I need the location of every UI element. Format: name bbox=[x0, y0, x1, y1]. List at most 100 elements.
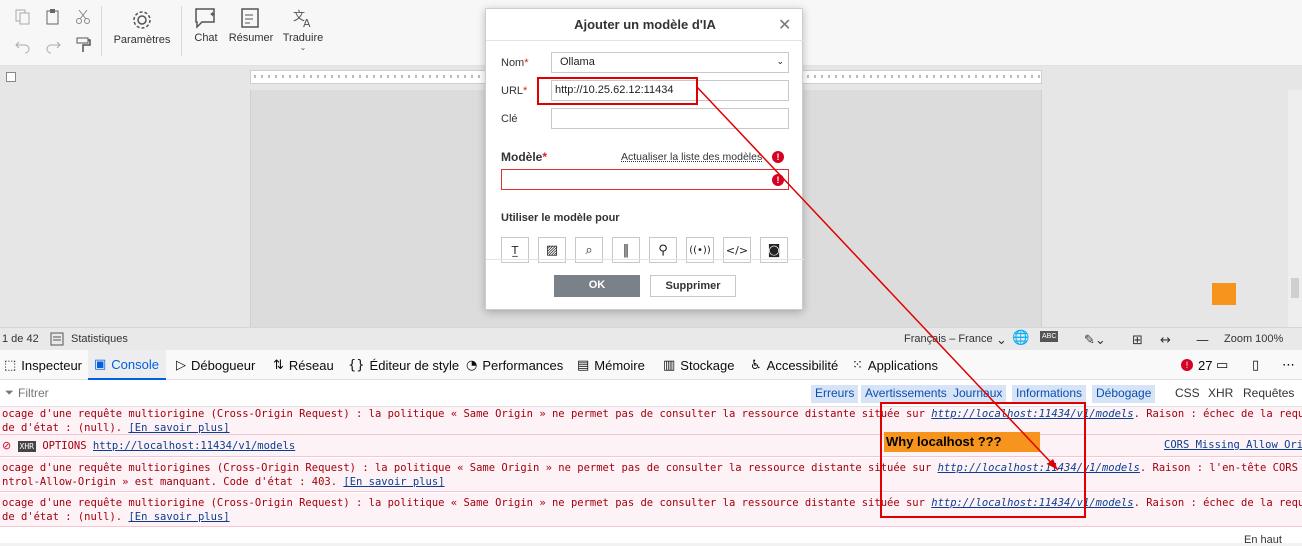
filter-warnings[interactable]: Avertissements bbox=[861, 385, 951, 403]
tab-applications[interactable]: ⁙ Applications bbox=[852, 350, 938, 380]
language-selector[interactable]: Français – France bbox=[904, 333, 993, 345]
tab-performance[interactable]: ◔ Performances bbox=[466, 350, 563, 380]
page-indicator: 1 de 42 bbox=[2, 333, 39, 345]
vertical-scrollbar[interactable] bbox=[1288, 90, 1302, 327]
network-icon: ⇅ bbox=[273, 358, 284, 373]
filter-icon: ⏷ bbox=[5, 386, 14, 400]
storage-icon: ▥ bbox=[663, 358, 675, 373]
dialog-title: Ajouter un modèle d'IA bbox=[486, 9, 804, 41]
dock-icon[interactable]: ▭ bbox=[1216, 350, 1228, 380]
format-painter-icon[interactable] bbox=[74, 36, 92, 54]
warning-icon: ! bbox=[772, 151, 784, 163]
user-icon: ⚲ bbox=[658, 243, 668, 258]
orange-square bbox=[1212, 283, 1236, 305]
tab-accessibility[interactable]: ♿ Accessibilité bbox=[750, 350, 838, 380]
svg-text:✦: ✦ bbox=[209, 10, 216, 19]
refresh-models-link[interactable]: Actualiser la liste des modèles bbox=[621, 151, 762, 163]
statistics-icon bbox=[50, 332, 64, 346]
chat-label: Chat bbox=[190, 32, 222, 44]
filter-xhr[interactable]: XHR bbox=[1204, 385, 1237, 403]
chevron-down-icon: ⌄ bbox=[996, 333, 1007, 348]
braces-icon: {} bbox=[348, 358, 365, 373]
close-icon[interactable]: ✕ bbox=[778, 15, 791, 34]
tab-debugger[interactable]: ▷ Débogueur bbox=[176, 350, 255, 380]
use-for-label: Utiliser le modèle pour bbox=[501, 212, 620, 224]
summarize-label: Résumer bbox=[228, 32, 274, 44]
track-changes-icon[interactable]: ✎⌄ bbox=[1084, 333, 1106, 348]
image-icon: ▨ bbox=[546, 243, 558, 258]
redo-icon[interactable] bbox=[44, 36, 62, 54]
learn-more-link[interactable]: [En savoir plus] bbox=[128, 511, 229, 523]
broadcast-icon: ((•)) bbox=[689, 245, 711, 256]
spellcheck-icon[interactable]: ABC bbox=[1040, 331, 1058, 342]
filter-logs[interactable]: Journaux bbox=[949, 385, 1006, 403]
dialog-divider bbox=[486, 259, 804, 260]
url-highlight-box bbox=[537, 77, 698, 105]
statistics-button[interactable]: Statistiques bbox=[71, 333, 128, 345]
fit-width-icon[interactable]: ↔ bbox=[1160, 333, 1171, 348]
copy-icon[interactable] bbox=[14, 8, 32, 26]
error-count-badge[interactable]: ! 27 bbox=[1181, 350, 1212, 380]
more-options-icon[interactable]: ⋯ bbox=[1282, 350, 1295, 380]
tab-stop-selector[interactable] bbox=[6, 72, 16, 82]
scroll-to-top-label[interactable]: En haut bbox=[1244, 534, 1282, 546]
settings-button[interactable]: Paramètres bbox=[112, 8, 172, 46]
blocked-icon: ⊘ bbox=[2, 439, 11, 452]
summarize-icon bbox=[238, 6, 264, 30]
learn-more-link[interactable]: [En savoir plus] bbox=[128, 422, 229, 434]
request-url[interactable]: http://localhost:11434/v1/models bbox=[93, 440, 295, 452]
devtools-tabbar: ⬚ Inspecteur ▣ Console ▷ Débogueur ⇅ Réseau … bbox=[0, 350, 1302, 380]
tab-style-editor[interactable]: {} Éditeur de style bbox=[348, 350, 459, 380]
tab-memory[interactable]: ▤ Mémoire bbox=[577, 350, 645, 380]
tab-storage[interactable]: ▥ Stockage bbox=[663, 350, 735, 380]
model-label: Modèle* bbox=[501, 150, 547, 164]
translate-button[interactable]: 文A Traduire ⌄ bbox=[280, 6, 326, 52]
console-message: ocage d'une requête multiorigine (Cross-… bbox=[0, 493, 1302, 527]
zoom-out-icon[interactable]: — bbox=[1196, 333, 1209, 348]
search-icon: ⌕ bbox=[585, 243, 592, 258]
console-message: ocage d'une requête multiorigine (Cross-… bbox=[0, 407, 1302, 435]
filter-input[interactable] bbox=[18, 384, 318, 402]
console-filter-bar: ⏷ Erreurs Avertissements Journaux Inform… bbox=[0, 380, 1302, 407]
chevron-down-icon: ⌄ bbox=[280, 44, 326, 52]
error-icon: ! bbox=[1181, 359, 1193, 371]
ok-button[interactable]: OK bbox=[554, 275, 640, 297]
model-select[interactable]: ! bbox=[501, 169, 789, 190]
globe-icon[interactable]: 🌐 bbox=[1012, 330, 1029, 346]
chat-button[interactable]: ✦ Chat bbox=[190, 6, 222, 44]
filter-errors[interactable]: Erreurs bbox=[811, 385, 858, 403]
tab-inspector[interactable]: ⬚ Inspecteur bbox=[4, 350, 86, 380]
filter-debug[interactable]: Débogage bbox=[1092, 385, 1155, 403]
summarize-button[interactable]: Résumer bbox=[228, 6, 274, 44]
code-icon: </> bbox=[726, 244, 748, 257]
key-input[interactable] bbox=[551, 108, 789, 129]
memory-icon: ▤ bbox=[577, 358, 589, 373]
delete-button[interactable]: Supprimer bbox=[650, 275, 736, 297]
text-icon: T̲ bbox=[512, 244, 519, 257]
undo-icon[interactable] bbox=[14, 36, 32, 54]
tab-network[interactable]: ⇅ Réseau bbox=[273, 350, 334, 380]
filter-info[interactable]: Informations bbox=[1012, 385, 1086, 403]
cut-icon[interactable] bbox=[74, 8, 92, 26]
filter-requests[interactable]: Requêtes bbox=[1239, 385, 1298, 403]
console-icon: ▣ bbox=[94, 357, 106, 372]
scrollbar-thumb[interactable] bbox=[1291, 278, 1299, 298]
console-output: ocage d'une requête multiorigine (Cross-… bbox=[0, 407, 1302, 543]
zoom-level[interactable]: Zoom 100% bbox=[1224, 333, 1283, 345]
console-network-row[interactable]: ⊘ XHR OPTIONS http://localhost:11434/v1/… bbox=[0, 435, 1302, 457]
tab-console[interactable]: ▣ Console bbox=[88, 350, 166, 380]
inspector-icon: ⬚ bbox=[4, 358, 16, 373]
responsive-icon[interactable]: ▯ bbox=[1252, 350, 1259, 380]
cors-tag[interactable]: CORS Missing Allow Origi bbox=[1164, 439, 1302, 451]
filter-css[interactable]: CSS bbox=[1171, 385, 1204, 403]
applications-icon: ⁙ bbox=[852, 358, 863, 373]
status-bar: 1 de 42 Statistiques Français – France ⌄… bbox=[0, 327, 1302, 350]
waveform-icon: ‖ bbox=[623, 243, 630, 258]
console-message: ocage d'une requête multiorigines (Cross… bbox=[0, 458, 1302, 492]
name-select[interactable]: Ollama ⌄ bbox=[551, 52, 789, 73]
settings-label: Paramètres bbox=[112, 34, 172, 46]
learn-more-link[interactable]: [En savoir plus] bbox=[343, 476, 444, 488]
fit-page-icon[interactable]: ⊞ bbox=[1132, 333, 1143, 348]
paste-icon[interactable] bbox=[44, 8, 62, 26]
xhr-badge: XHR bbox=[18, 441, 36, 452]
